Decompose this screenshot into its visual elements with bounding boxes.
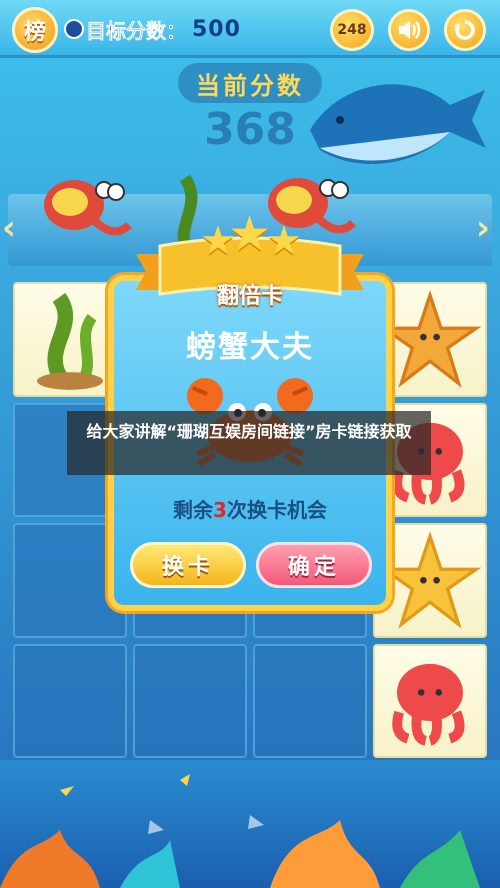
target-score: 目标分数： 500 <box>64 15 241 43</box>
board-cell[interactable] <box>373 643 487 758</box>
speaker-icon <box>399 21 421 39</box>
chances-remaining: 剩余3次换卡机会 <box>108 494 392 523</box>
chances-suffix: 次换卡机会 <box>226 498 327 522</box>
confirm-button[interactable]: 确定 <box>256 542 372 588</box>
moves-badge-value: 248 <box>337 22 367 38</box>
leaderboard-button[interactable]: 榜 <box>12 7 58 53</box>
chances-prefix: 剩余 <box>173 498 214 522</box>
target-score-value: 500 <box>192 16 241 42</box>
seabed-decoration <box>0 760 500 888</box>
switch-card-button[interactable]: 换卡 <box>130 542 246 588</box>
sound-button[interactable] <box>388 9 430 51</box>
star-icon: ★ <box>228 206 272 262</box>
board-cell[interactable] <box>253 643 367 758</box>
coral-reef-icon <box>0 774 480 888</box>
right-arrow-icon[interactable]: › <box>476 208 500 248</box>
restart-button[interactable] <box>444 9 486 51</box>
ribbon-title: 翻倍卡 <box>216 284 283 309</box>
left-arrow-icon[interactable]: ‹ <box>2 208 28 248</box>
moves-badge: 248 <box>330 9 374 51</box>
article-caption: 给大家讲解“珊瑚互娱房间链接”房卡链接获取 <box>67 411 431 475</box>
star-icon: ★ <box>266 218 302 264</box>
dolphin-decoration <box>310 84 486 164</box>
chances-count: 3 <box>213 498 227 522</box>
target-score-label: 目标分数： <box>86 18 187 43</box>
current-score-value: 368 <box>204 104 296 155</box>
board-cell[interactable] <box>13 643 127 758</box>
card-name: 螃蟹大夫 <box>186 330 314 365</box>
octopus-icon <box>392 663 465 746</box>
target-icon <box>64 19 84 39</box>
hermit-crab-icon <box>44 180 132 236</box>
top-bar: 榜 目标分数： 500 248 <box>0 0 500 58</box>
board-cell[interactable] <box>133 643 247 758</box>
restart-icon <box>454 20 475 40</box>
leaderboard-icon-text: 榜 <box>23 20 46 45</box>
